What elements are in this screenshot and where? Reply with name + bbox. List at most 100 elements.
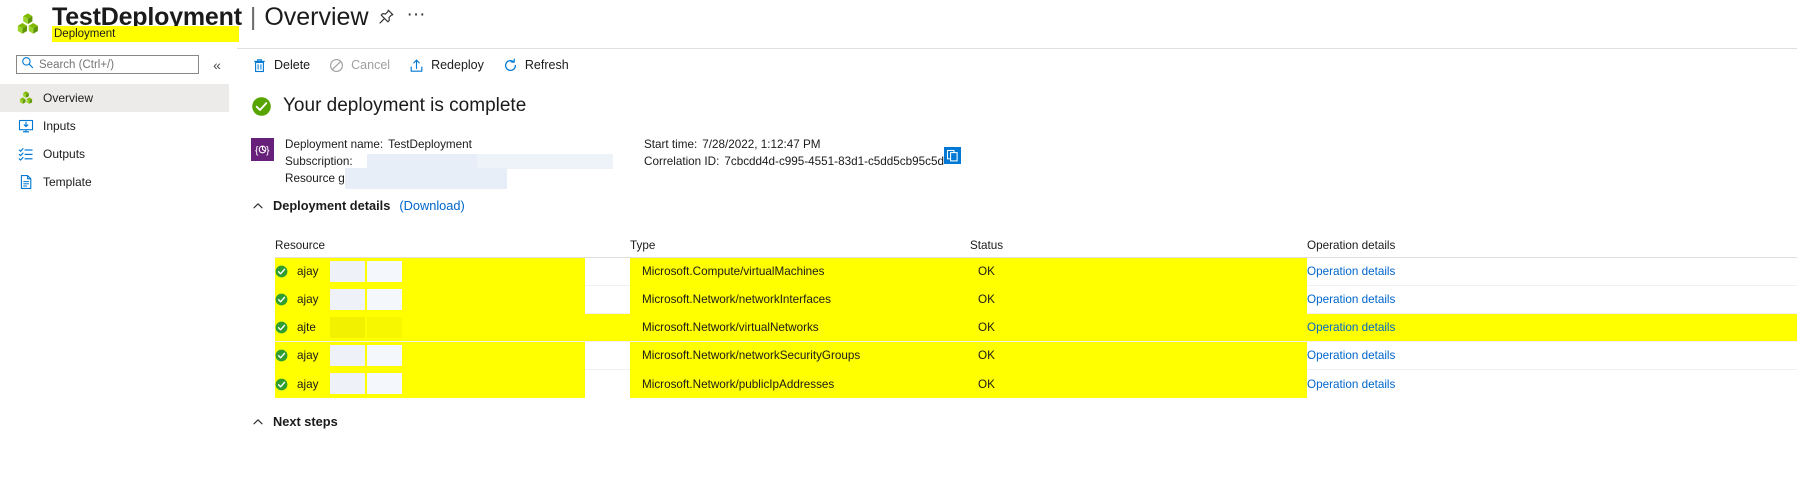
main-content: Delete Cancel Redeploy Refresh Your depl… [237,48,1797,502]
download-link[interactable]: (Download) [399,198,464,213]
operation-cell: Operation details [1307,342,1557,370]
sidebar-item-label: Overview [43,91,94,105]
command-label: Cancel [351,58,391,72]
column-header-operation: Operation details [1307,238,1396,252]
status-cell: OK [970,285,1307,314]
resource-name: ajay [297,293,319,306]
operation-cell: Operation details [1307,286,1557,314]
cubes-icon [17,90,34,107]
sidebar-item-label: Outputs [43,147,86,161]
chevron-up-icon [251,199,264,212]
outputs-list-icon [17,146,34,163]
status-cell: OK [978,321,995,334]
type-cell: Microsoft.Compute/virtualMachines [630,257,970,286]
status-headline-text: Your deployment is complete [283,95,527,116]
operation-cell: Operation details [1307,314,1557,342]
refresh-button[interactable]: Refresh [502,57,569,74]
search-icon [21,56,37,74]
command-label: Refresh [524,58,569,72]
title-separator: | [249,2,257,31]
delete-button[interactable]: Delete [251,57,310,74]
operation-details-link[interactable]: Operation details [1307,349,1395,362]
operation-details-link[interactable]: Operation details [1307,378,1395,391]
resource-type-badge: Deployment [52,26,239,42]
type-cell: Microsoft.Network/networkSecurityGroups [630,341,970,370]
deployment-meta-left: Deployment name: TestDeployment Subscript… [285,136,645,189]
redeploy-button[interactable]: Redeploy [408,57,484,74]
copy-icon[interactable] [944,147,961,164]
resource-name-redacted-2 [367,316,402,338]
table-row[interactable]: ajte Microsoft.Network/virtualNetworks O… [275,314,1797,342]
cubes-icon [14,10,42,38]
sidebar-item-label: Inputs [43,119,76,133]
sidebar-item-outputs[interactable]: Outputs [0,140,229,168]
type-cell: Microsoft.Network/publicIpAddresses [630,370,970,398]
refresh-icon [502,57,519,74]
resource-cell: ajay [275,257,585,286]
document-icon [17,174,34,191]
command-bar: Delete Cancel Redeploy Refresh [237,48,1797,81]
type-cell: Microsoft.Network/virtualNetworks [642,321,819,334]
resource-cell-spacer [585,258,630,286]
sidebar-item-template[interactable]: Template [0,168,229,196]
status-cell: OK [970,370,1307,398]
deployment-details-section-header[interactable]: Deployment details (Download) [251,198,465,213]
section-title: Next steps [273,414,338,429]
correlation-id-row: Correlation ID: 7cbcdd4d-c995-4551-83d1-c… [644,153,1044,170]
arm-template-icon: { } [251,138,274,161]
correlation-id-value: 7cbcdd4d-c995-4551-83d1-c5dd5cb95c5d [724,155,944,168]
azure-portal-deployment-overview: TestDeployment | Overview ··· Deployment… [0,0,1797,502]
operation-details-link[interactable]: Operation details [1307,265,1395,278]
table-row[interactable]: ajay Microsoft.Network/publicIpAddresses… [275,370,1797,398]
status-cell: OK [970,257,1307,286]
ellipsis-icon[interactable]: ··· [405,5,427,27]
subscription-value-redacted [367,154,477,169]
pin-icon[interactable] [376,7,396,27]
resource-name: ajay [297,265,319,278]
page-title-view: Overview [264,2,369,31]
green-check-circle-icon [275,293,288,306]
inputs-monitor-icon [17,118,34,135]
svg-text:{: { [255,145,259,157]
resource-name-redacted [330,260,365,282]
resource-cell: ajay [275,370,585,398]
operation-details-link[interactable]: Operation details [1307,321,1395,334]
deployment-name-value: TestDeployment [388,138,472,151]
resource-name-redacted [330,344,365,366]
operation-details-link[interactable]: Operation details [1307,293,1395,306]
command-label: Delete [274,58,311,72]
deployment-details-table: Resource Type Status Operation details a… [275,233,1797,398]
sidebar-item-inputs[interactable]: Inputs [0,112,229,140]
collapse-nav-button[interactable]: « [208,56,226,74]
status-cell: OK [970,341,1307,370]
subscription-label: Subscription: [285,155,353,168]
table-row[interactable]: ajay Microsoft.Network/networkSecurityGr… [275,341,1797,370]
table-row[interactable]: ajay Microsoft.Compute/virtualMachines O… [275,257,1797,286]
resource-cell-spacer [585,370,630,398]
resource-name-redacted-2 [367,373,402,394]
resource-name: ajay [297,349,319,362]
command-label: Redeploy [431,58,484,72]
next-steps-section-header[interactable]: Next steps [251,414,338,429]
search-input[interactable] [39,58,189,71]
type-cell: Microsoft.Network/networkInterfaces [630,285,970,314]
resource-name-redacted [330,316,365,338]
cancel-button: Cancel [328,57,390,74]
search-box[interactable] [16,55,199,74]
resource-name: ajte [297,321,316,334]
table-row[interactable]: ajay Microsoft.Network/networkInterfaces… [275,285,1797,314]
resource-name-redacted-2 [367,344,402,366]
green-check-circle-icon [275,265,288,278]
column-header-status: Status [970,238,1004,252]
operation-cell: Operation details [1307,258,1557,286]
trash-icon [251,57,268,74]
resource-name-redacted-2 [367,260,402,282]
cancel-circle-icon [328,57,345,74]
chevron-up-icon [251,415,264,428]
green-check-circle-icon [275,378,288,391]
operation-cell: Operation details [1307,370,1557,398]
subscription-value-redacted-2 [477,154,613,169]
sidebar-item-overview[interactable]: Overview [0,84,229,112]
start-time-row: Start time: 7/28/2022, 1:12:47 PM [644,136,1044,153]
resource-cell: ajay [275,285,585,314]
